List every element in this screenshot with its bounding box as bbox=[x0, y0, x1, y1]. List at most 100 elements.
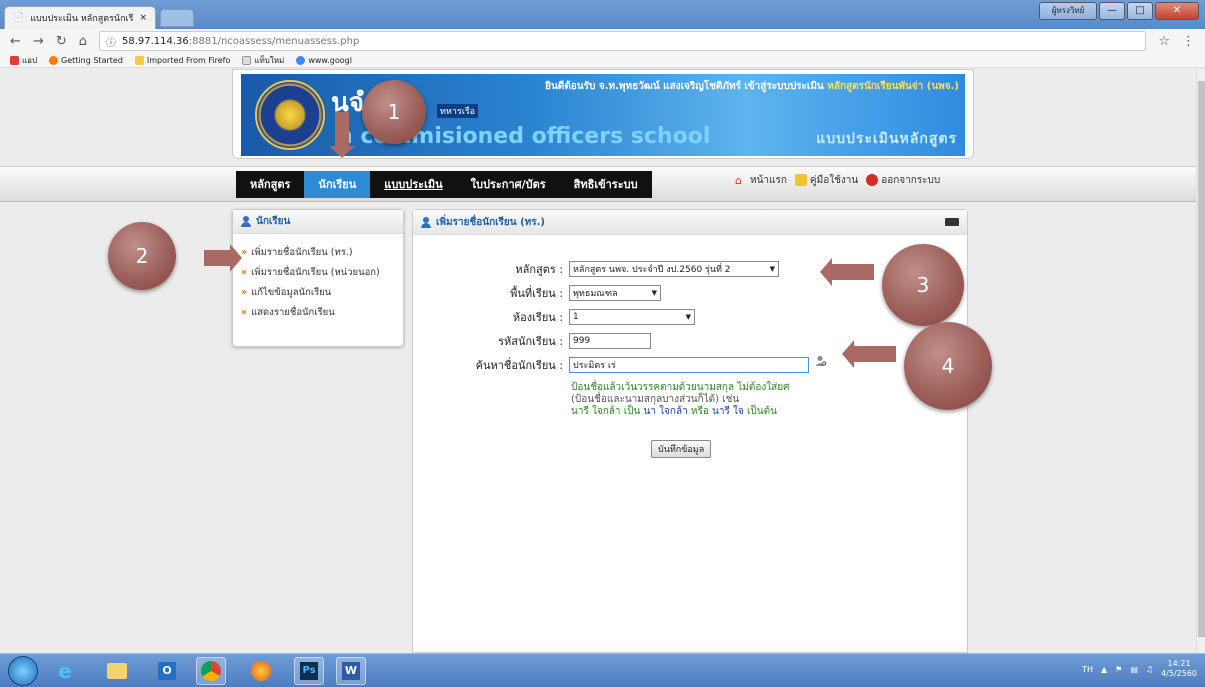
browser-tab[interactable]: 📄 แบบประเมิน หลักสูตรนักเรีย × bbox=[4, 6, 156, 29]
home-link[interactable]: ⌂ หน้าแรก bbox=[735, 173, 787, 188]
course-label: หลักสูตร : bbox=[515, 263, 563, 276]
language-indicator[interactable]: TH bbox=[1082, 665, 1093, 674]
search-hint: ป้อนชื่อแล้วเว้นวรรคตามด้วยนามสกุล ไม่ต้… bbox=[571, 382, 790, 417]
power-icon bbox=[866, 174, 879, 186]
google-icon bbox=[296, 55, 306, 65]
room-select[interactable]: 1 ▼ bbox=[569, 309, 695, 325]
flag-icon[interactable]: ⚑ bbox=[1115, 665, 1122, 674]
menu-course[interactable]: หลักสูตร bbox=[236, 171, 304, 198]
windows-taskbar: e O Ps W TH ▲ ⚑ ▤ ♫ 14:21 4/5/2560 bbox=[0, 653, 1205, 687]
scrollbar-thumb[interactable] bbox=[1198, 81, 1205, 637]
top-links: ⌂ หน้าแรก คู่มือใช้งาน ออกจากระบบ bbox=[735, 173, 940, 188]
annotation-arrow-2 bbox=[204, 244, 242, 272]
user-icon bbox=[241, 216, 251, 227]
student-id-row: รหัสนักเรียน : 999 bbox=[413, 332, 651, 350]
new-tab-button[interactable] bbox=[160, 9, 194, 27]
room-label: ห้องเรียน : bbox=[512, 311, 563, 324]
annotation-badge-1: 1 bbox=[362, 80, 426, 144]
course-highlight: หลักสูตรนักเรียนพันจ่า (นพจ.) bbox=[827, 81, 959, 92]
folder-icon bbox=[134, 55, 144, 65]
area-label: พื้นที่เรียน : bbox=[510, 287, 563, 300]
student-id-input[interactable]: 999 bbox=[569, 333, 651, 349]
firefox-icon[interactable] bbox=[246, 657, 276, 685]
sidebar-item-edit-student[interactable]: » แก้ไขข้อมูลนักเรียน bbox=[241, 286, 397, 299]
menu-student[interactable]: นักเรียน bbox=[304, 171, 371, 198]
room-row: ห้องเรียน : 1 ▼ bbox=[413, 308, 695, 326]
volume-icon[interactable]: ♫ bbox=[1146, 665, 1153, 674]
dropdown-arrow-icon: ▼ bbox=[685, 313, 691, 321]
chevron-right-icon: » bbox=[241, 307, 248, 318]
photoshop-icon[interactable]: Ps bbox=[294, 657, 324, 685]
area-row: พื้นที่เรียน : พุทธมณฑล ▼ bbox=[413, 284, 661, 302]
clock[interactable]: 14:21 4/5/2560 bbox=[1161, 659, 1197, 679]
tab-title: แบบประเมิน หลักสูตรนักเรีย bbox=[30, 14, 134, 24]
video-icon bbox=[945, 218, 959, 226]
search-row: ค้นหาชื่อนักเรียน : ประมิตร เร่ bbox=[413, 356, 809, 374]
word-icon[interactable]: W bbox=[336, 657, 366, 685]
bookmark-google[interactable]: www.googl bbox=[296, 55, 352, 65]
back-icon[interactable]: ← bbox=[10, 34, 21, 49]
logout-link[interactable]: ออกจากระบบ bbox=[866, 173, 940, 188]
bookmarks-bar: แอป Getting Started Imported From Firefo… bbox=[0, 53, 1205, 68]
user-search-icon[interactable] bbox=[815, 355, 827, 367]
sidebar-header: นักเรียน bbox=[233, 210, 403, 234]
system-tray: TH ▲ ⚑ ▤ ♫ 14:21 4/5/2560 bbox=[1082, 659, 1197, 679]
sidebar-item-list-students[interactable]: » แสดงรายชื่อนักเรียน bbox=[241, 306, 397, 319]
url-host: 58.97.114.36 bbox=[121, 35, 189, 47]
chrome-icon[interactable] bbox=[196, 657, 226, 685]
apps-icon bbox=[10, 55, 19, 65]
annotation-badge-3: 3 bbox=[882, 244, 964, 326]
annotation-arrow-3 bbox=[820, 258, 874, 286]
minimize-button[interactable]: — bbox=[1099, 2, 1125, 20]
network-icon[interactable]: ▤ bbox=[1130, 665, 1138, 674]
user-icon bbox=[421, 216, 431, 228]
sidebar-item-add-navy-student[interactable]: » เพิ่มรายชื่อนักเรียน (ทร.) bbox=[241, 246, 397, 259]
star-icon[interactable]: ☆ bbox=[1158, 34, 1170, 49]
home-icon[interactable]: ⌂ bbox=[79, 34, 87, 49]
page-scrollbar[interactable] bbox=[1196, 69, 1205, 653]
forward-icon[interactable]: → bbox=[33, 34, 44, 49]
menu-icon[interactable]: ⋮ bbox=[1182, 34, 1195, 49]
menu-certificate[interactable]: ใบประกาศ/บัตร bbox=[457, 171, 560, 198]
start-button[interactable] bbox=[8, 656, 38, 686]
bookmark-getting-started[interactable]: Getting Started bbox=[49, 55, 123, 65]
annotation-badge-2: 2 bbox=[108, 222, 176, 290]
tray-expand-icon[interactable]: ▲ bbox=[1101, 665, 1107, 674]
banner-subtitle: ทหารเรือ bbox=[437, 104, 479, 118]
area-select[interactable]: พุทธมณฑล ▼ bbox=[569, 285, 661, 301]
bookmark-imported[interactable]: Imported From Firefo bbox=[134, 55, 230, 65]
info-icon[interactable]: ⓘ bbox=[106, 34, 116, 49]
course-row: หลักสูตร : หลักสูตร นพจ. ประจำปี งป.2560… bbox=[413, 260, 779, 278]
banner-image: นจำ ทหารเรือ n commisioned officers scho… bbox=[241, 74, 965, 156]
window-controls: ผู้ทรงวิทย์ — □ ✕ bbox=[1039, 2, 1199, 20]
student-search-input[interactable]: ประมิตร เร่ bbox=[569, 357, 809, 373]
annotation-badge-4: 4 bbox=[904, 322, 992, 410]
bookmark-new-tab[interactable]: แท็บใหม่ bbox=[242, 54, 284, 67]
course-select[interactable]: หลักสูตร นพจ. ประจำปี งป.2560 รุ่นที่ 2 ▼ bbox=[569, 261, 779, 277]
manual-link[interactable]: คู่มือใช้งาน bbox=[794, 173, 858, 188]
menu-permissions[interactable]: สิทธิเข้าระบบ bbox=[560, 171, 652, 198]
tab-close-icon[interactable]: × bbox=[139, 13, 147, 23]
explorer-icon[interactable] bbox=[102, 657, 132, 685]
menu-assessment[interactable]: แบบประเมิน bbox=[370, 171, 456, 198]
url-path: :8881/ncoassess/menuassess.php bbox=[188, 35, 360, 47]
outlook-icon[interactable]: O bbox=[152, 657, 182, 685]
maximize-button[interactable]: □ bbox=[1127, 2, 1153, 20]
welcome-text: ยินดีต้อนรับ จ.ท.พุทธวัฒน์ แสงเจริญโชติภ… bbox=[545, 81, 959, 92]
assessment-title: แบบประเมินหลักสูตร bbox=[816, 131, 957, 147]
profile-button[interactable]: ผู้ทรงวิทย์ bbox=[1039, 2, 1097, 20]
dropdown-arrow-icon: ▼ bbox=[651, 289, 657, 297]
close-window-button[interactable]: ✕ bbox=[1155, 2, 1199, 20]
sidebar-menu: » เพิ่มรายชื่อนักเรียน (ทร.) » เพิ่มรายชื่… bbox=[233, 234, 403, 319]
search-label: ค้นหาชื่อนักเรียน : bbox=[475, 359, 563, 372]
ie-icon[interactable]: e bbox=[50, 657, 80, 685]
panel-header: เพิ่มรายชื่อนักเรียน (ทร.) bbox=[413, 210, 967, 235]
save-button[interactable]: บันทึกข้อมูล bbox=[651, 440, 712, 458]
firefox-icon bbox=[49, 55, 59, 65]
annotation-arrow-1 bbox=[329, 112, 355, 158]
bookmark-apps[interactable]: แอป bbox=[10, 54, 37, 67]
url-field[interactable]: ⓘ 58.97.114.36:8881/ncoassess/menuassess… bbox=[98, 31, 1147, 51]
panel-title: เพิ่มรายชื่อนักเรียน (ทร.) bbox=[436, 216, 545, 228]
reload-icon[interactable]: ↻ bbox=[56, 34, 67, 49]
sidebar-item-add-external-student[interactable]: » เพิ่มรายชื่อนักเรียน (หน่วยนอก) bbox=[241, 266, 397, 279]
